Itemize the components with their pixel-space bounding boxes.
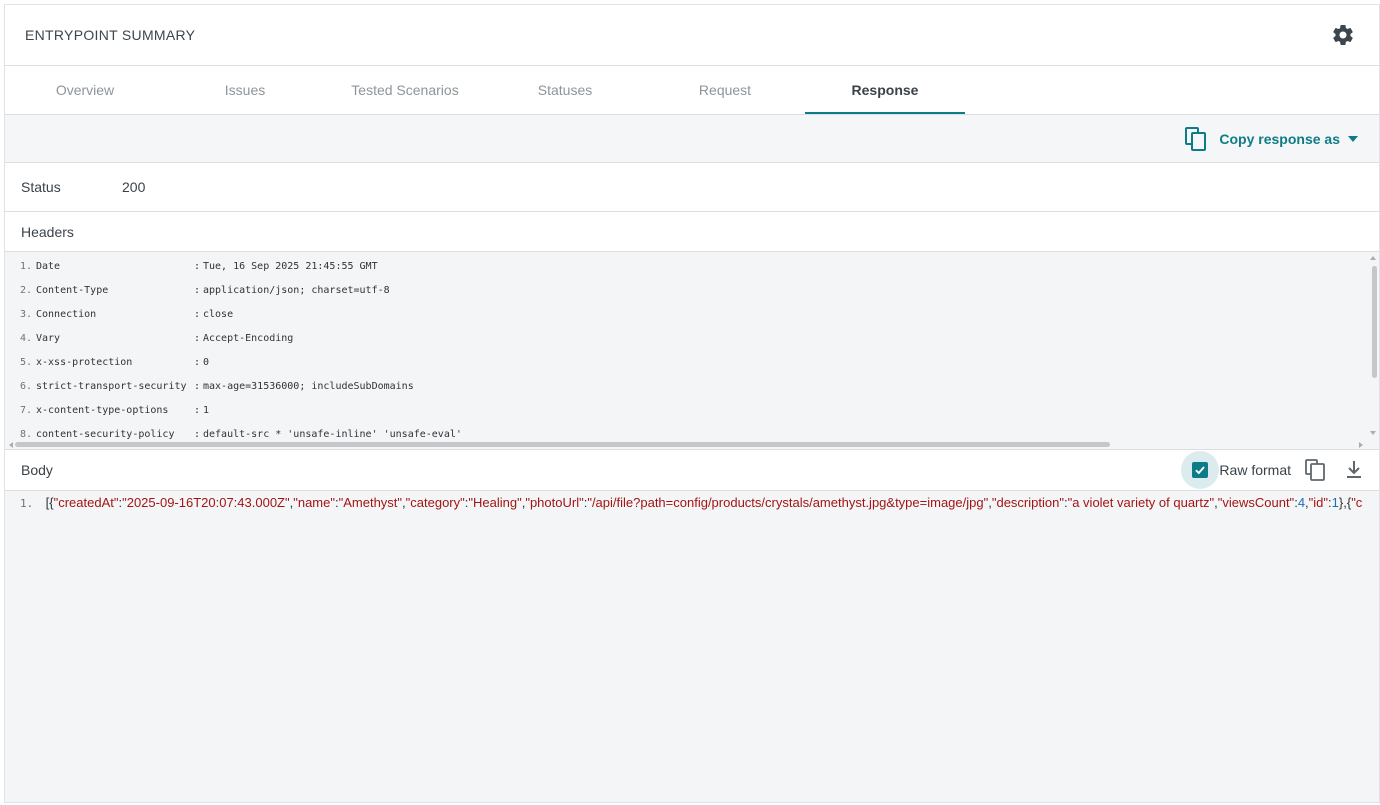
header-value: close: [203, 309, 234, 320]
tab-statuses[interactable]: Statuses: [485, 66, 645, 114]
header-key: strict-transport-security: [36, 381, 187, 392]
header-key: Content-Type: [36, 285, 109, 296]
header-separator: :: [194, 261, 201, 272]
header-separator: :: [194, 429, 201, 440]
json-token: "a violet variety of quartz": [1067, 495, 1215, 510]
header-row: 2. Content-Type: application/json; charset…: [20, 285, 390, 301]
header-row: 6. strict-transport-security: max-age=3153…: [20, 381, 414, 397]
header-separator: :: [194, 381, 201, 392]
header-value: Accept-Encoding: [203, 333, 294, 344]
header-value: 1: [203, 405, 210, 416]
line-number: 4.: [20, 333, 33, 344]
copy-icon: [1185, 127, 1207, 151]
body-label: Body: [21, 462, 53, 478]
json-token: "category": [405, 495, 465, 510]
copy-response-as-button[interactable]: Copy response as: [1185, 127, 1358, 151]
header-key: x-xss-protection: [36, 357, 133, 368]
header-value: max-age=31536000; includeSubDomains: [203, 381, 414, 392]
tab-bar: Overview Issues Tested Scenarios Statuse…: [5, 66, 1379, 115]
tab-issues[interactable]: Issues: [165, 66, 325, 114]
entrypoint-summary-panel: ENTRYPOINT SUMMARY Overview Issues Teste…: [4, 4, 1380, 803]
scroll-left-icon[interactable]: [9, 442, 13, 448]
gear-icon[interactable]: [1331, 23, 1355, 47]
json-token: "Amethyst": [338, 495, 403, 510]
json-token: },{: [1338, 495, 1352, 510]
copy-response-as-label: Copy response as: [1219, 131, 1340, 147]
scroll-up-icon[interactable]: [1370, 256, 1376, 260]
header-key: Vary: [36, 333, 61, 344]
header-separator: :: [194, 405, 201, 416]
header-separator: :: [194, 285, 201, 296]
body-line: 1. [{"createdAt":"2025-09-16T20:07:43.00…: [20, 495, 1362, 510]
tab-request[interactable]: Request: [645, 66, 805, 114]
headers-viewer[interactable]: 1. Date: Tue, 16 Sep 2025 21:45:55 GMT 2. C…: [5, 252, 1379, 450]
download-icon[interactable]: [1343, 459, 1365, 481]
json-token: [{: [45, 495, 54, 510]
json-token: "createdAt": [53, 495, 119, 510]
caret-down-icon: [1348, 136, 1358, 142]
line-number: 5.: [20, 357, 33, 368]
headers-label: Headers: [21, 224, 74, 240]
line-number: 1.: [20, 261, 33, 272]
line-number: 2.: [20, 285, 33, 296]
header-key: Date: [36, 261, 61, 272]
panel-header: ENTRYPOINT SUMMARY: [5, 5, 1379, 66]
headers-section-header: Headers: [5, 212, 1379, 252]
body-section-header: Body Raw format: [5, 450, 1379, 491]
checkbox-checked-icon: [1192, 462, 1209, 478]
header-row: 5. x-xss-protection:0: [20, 357, 209, 373]
header-value: 0: [203, 357, 210, 368]
panel-title: ENTRYPOINT SUMMARY: [25, 27, 196, 43]
header-key: x-content-type-options: [36, 405, 169, 416]
json-token: "photoUrl": [525, 495, 584, 510]
scroll-down-icon[interactable]: [1370, 431, 1376, 435]
headers-vertical-scrollbar[interactable]: [1372, 266, 1377, 378]
header-row: 7. x-content-type-options:1: [20, 405, 209, 421]
header-value: application/json; charset=utf-8: [203, 285, 390, 296]
header-value: Tue, 16 Sep 2025 21:45:55 GMT: [203, 261, 378, 272]
raw-format-checkbox[interactable]: Raw format: [1181, 451, 1291, 489]
json-token: "/api/file?path=config/products/crystals…: [587, 495, 989, 510]
raw-format-label: Raw format: [1219, 462, 1291, 478]
response-toolbar: Copy response as: [5, 115, 1379, 163]
header-row: 4. Vary: Accept-Encoding: [20, 333, 293, 349]
tab-response[interactable]: Response: [805, 66, 965, 114]
line-number: 6.: [20, 381, 33, 392]
header-value: default-src * 'unsafe-inline' 'unsafe-ev…: [203, 429, 462, 440]
header-key: content-security-policy: [36, 429, 175, 440]
response-body-json: [{"createdAt":"2025-09-16T20:07:43.000Z"…: [46, 495, 1363, 510]
header-row: 3. Connection: close: [20, 309, 233, 325]
header-key: Connection: [36, 309, 97, 320]
json-token: "c: [1351, 495, 1363, 510]
line-number: 3.: [20, 309, 33, 320]
json-token: 4: [1297, 495, 1306, 510]
checkbox-focus-halo: [1181, 451, 1220, 489]
line-number: 8.: [20, 429, 33, 440]
status-code: 200: [122, 179, 146, 195]
body-viewer[interactable]: 1. [{"createdAt":"2025-09-16T20:07:43.00…: [5, 491, 1379, 802]
line-number: 7.: [20, 405, 33, 416]
json-token: "description": [991, 495, 1064, 510]
header-row: 1. Date: Tue, 16 Sep 2025 21:45:55 GMT: [20, 261, 378, 277]
json-token: "2025-09-16T20:07:43.000Z": [122, 495, 290, 510]
json-token: "viewsCount": [1217, 495, 1295, 510]
copy-icon[interactable]: [1305, 459, 1327, 481]
json-token: "id": [1308, 495, 1329, 510]
header-separator: :: [194, 357, 201, 368]
json-token: "name": [293, 495, 335, 510]
header-separator: :: [194, 309, 201, 320]
scroll-right-icon[interactable]: [1359, 442, 1363, 448]
tab-overview[interactable]: Overview: [5, 66, 165, 114]
json-token: "Healing": [468, 495, 522, 510]
header-separator: :: [194, 333, 201, 344]
status-row: Status 200: [5, 163, 1379, 212]
headers-horizontal-scrollbar[interactable]: [15, 442, 1110, 447]
status-label: Status: [21, 179, 61, 195]
tab-tested-scenarios[interactable]: Tested Scenarios: [325, 66, 485, 114]
json-token: 1: [1331, 495, 1339, 510]
line-number: 1.: [20, 497, 34, 510]
